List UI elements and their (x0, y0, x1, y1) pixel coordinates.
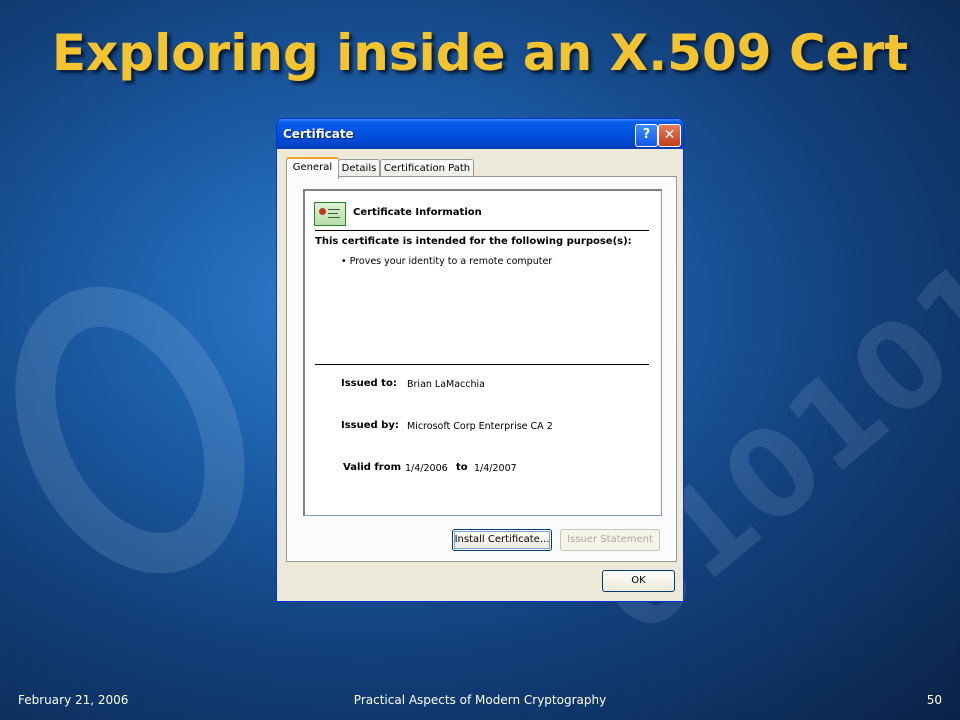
issued-to-value: Brian LaMacchia (407, 379, 485, 390)
divider (315, 364, 649, 365)
tab-general[interactable]: General (286, 157, 339, 179)
general-tab-panel: Certificate Information This certificate… (286, 176, 677, 562)
issued-by-value: Microsoft Corp Enterprise CA 2 (407, 421, 553, 432)
certificate-info-box: Certificate Information This certificate… (303, 189, 662, 516)
footer-course: Practical Aspects of Modern Cryptography (353, 693, 607, 707)
certificate-dialog: Certificate ? ✕ General Details Certific… (276, 118, 684, 602)
purpose-item: • Proves your identity to a remote compu… (341, 256, 553, 267)
divider (315, 230, 649, 231)
footer-page-number: 50 (926, 693, 942, 707)
purpose-heading: This certificate is intended for the fol… (315, 236, 632, 247)
help-button[interactable]: ? (635, 124, 658, 147)
ok-button[interactable]: OK (602, 570, 675, 592)
valid-from-label: Valid from (343, 462, 402, 473)
tab-details[interactable]: Details (338, 159, 380, 177)
issuer-statement-button[interactable]: Issuer Statement (560, 529, 660, 551)
valid-to-label: to (456, 462, 468, 473)
certificate-info-title: Certificate Information (353, 207, 482, 218)
dialog-title: Certificate (283, 127, 354, 141)
help-icon: ? (642, 127, 651, 142)
tab-certification-path[interactable]: Certification Path (380, 159, 474, 177)
valid-from-value: 1/4/2006 (405, 463, 448, 474)
issued-by-label: Issued by: (341, 420, 399, 431)
install-certificate-button[interactable]: Install Certificate... (452, 529, 552, 551)
valid-to-value: 1/4/2007 (474, 463, 517, 474)
close-icon: ✕ (663, 127, 676, 143)
dialog-titlebar[interactable]: Certificate ? ✕ (277, 119, 683, 149)
close-button[interactable]: ✕ (658, 124, 681, 147)
issued-to-label: Issued to: (341, 378, 397, 389)
slide-title: Exploring inside an X.509 Cert (51, 24, 909, 82)
certificate-icon (314, 202, 346, 226)
